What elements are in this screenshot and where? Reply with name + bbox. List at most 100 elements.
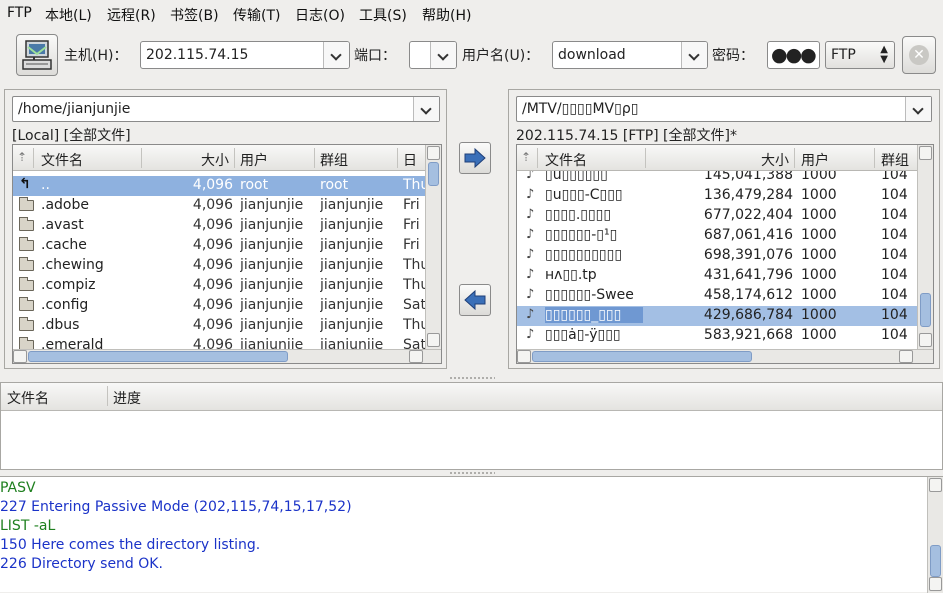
table-row[interactable]: ♪ ▯▯▯▯.▯▯▯▯ 677,022,404 1000 104	[517, 206, 917, 226]
table-row[interactable]: .config 4,096 jianjunjie jianjunjie Sat	[13, 296, 425, 316]
table-row[interactable]: ♪ ▯▯▯ȧ▯-ÿ▯▯▯ 583,921,668 1000 104	[517, 326, 917, 346]
menu-help[interactable]: 帮助(H)	[422, 5, 471, 25]
sort-up-icon[interactable]: ⇡	[17, 150, 27, 164]
folder-icon	[19, 237, 34, 251]
upload-button[interactable]	[459, 142, 491, 174]
menu-tools[interactable]: 工具(S)	[359, 5, 407, 25]
scroll-thumb[interactable]	[28, 351, 288, 362]
password-input[interactable]: ●●●	[767, 41, 820, 69]
table-row[interactable]: ♪ ▯▯▯▯▯▯_▯▯▯ 429,686,784 1000 104	[517, 306, 917, 326]
col-size[interactable]: 大小	[761, 150, 789, 170]
scroll-down-icon[interactable]	[919, 333, 932, 347]
folder-icon	[19, 317, 34, 331]
scroll-up-icon[interactable]	[929, 478, 942, 492]
file-name: .adobe	[41, 197, 89, 213]
username-input[interactable]: download	[552, 41, 708, 69]
file-size: 4,096	[192, 317, 233, 333]
file-group: jianjunjie	[320, 297, 384, 313]
file-group: jianjunjie	[320, 197, 384, 213]
col-size[interactable]: 大小	[201, 150, 229, 170]
scroll-right-icon[interactable]	[899, 350, 913, 363]
scroll-right-icon[interactable]	[409, 350, 423, 363]
scroll-down-icon[interactable]	[427, 333, 440, 347]
file-size: 677,022,404	[703, 207, 793, 223]
music-file-icon: ♪	[526, 227, 535, 242]
scroll-up-icon[interactable]	[427, 146, 440, 160]
file-user: jianjunjie	[240, 277, 304, 293]
host-input[interactable]: 202.115.74.15	[140, 41, 350, 69]
table-row[interactable]: .cache 4,096 jianjunjie jianjunjie Fri	[13, 236, 425, 256]
scroll-left-icon[interactable]	[517, 350, 531, 363]
local-path: /home/jianjunjie	[18, 101, 131, 117]
local-file-list[interactable]: ⇡ 文件名 大小 用户 群组 日 ↰.. 4,096 root root Thu .ado…	[12, 144, 442, 364]
col-user[interactable]: 用户	[240, 150, 268, 170]
table-row[interactable]: ↰.. 4,096 root root Thu	[13, 176, 425, 196]
chevron-down-icon[interactable]	[413, 97, 439, 121]
table-row[interactable]: .adobe 4,096 jianjunjie jianjunjie Fri	[13, 196, 425, 216]
folder-icon	[19, 297, 34, 311]
arrow-left-icon	[464, 289, 486, 311]
remote-path-combo[interactable]: /MTV/▯▯▯▯MV▯ρ▯	[516, 96, 932, 122]
col-queue-filename[interactable]: 文件名	[7, 388, 49, 408]
sort-up-icon[interactable]: ⇡	[521, 150, 531, 164]
remote-vscroll[interactable]	[917, 145, 933, 349]
local-path-combo[interactable]: /home/jianjunjie	[12, 96, 440, 122]
col-group[interactable]: 群组	[320, 150, 348, 170]
file-group: 104	[881, 267, 908, 283]
disconnect-button[interactable]: ✕	[902, 36, 936, 74]
scroll-thumb[interactable]	[532, 351, 752, 362]
remote-hscroll[interactable]	[517, 349, 933, 363]
scroll-thumb[interactable]	[920, 293, 931, 327]
col-filename[interactable]: 文件名	[41, 150, 83, 170]
menu-bookmarks[interactable]: 书签(B)	[170, 5, 219, 25]
table-row[interactable]: .avast 4,096 jianjunjie jianjunjie Fri	[13, 216, 425, 236]
transfer-queue[interactable]: 文件名 进度	[0, 382, 943, 470]
table-row[interactable]: ♪ ʜʌ▯▯.tp 431,641,796 1000 104	[517, 266, 917, 286]
col-date[interactable]: 日	[403, 150, 417, 170]
file-name: ..	[41, 177, 50, 193]
port-input[interactable]	[409, 41, 457, 69]
menu-transfer[interactable]: 传输(T)	[233, 5, 280, 25]
menu-log[interactable]: 日志(O)	[295, 5, 345, 25]
scroll-down-icon[interactable]	[929, 577, 942, 591]
log-command-line: LIST -aL	[0, 518, 56, 534]
table-row[interactable]: ♪ ▯▯▯▯▯▯-▯¹▯ 687,061,416 1000 104	[517, 226, 917, 246]
scroll-thumb[interactable]	[930, 545, 941, 577]
file-user: 1000	[801, 227, 837, 243]
log-command-line: PASV	[0, 480, 36, 496]
remote-file-list[interactable]: ⇡ 文件名 大小 用户 群组 ♪ ▯u▯▯▯▯▯▯ 145,041,388 1000 1…	[516, 144, 934, 364]
log-response-line: 227 Entering Passive Mode (202,115,74,15…	[0, 499, 352, 515]
col-user[interactable]: 用户	[801, 150, 829, 170]
file-user: jianjunjie	[240, 237, 304, 253]
file-group: 104	[881, 207, 908, 223]
col-filename[interactable]: 文件名	[545, 150, 587, 170]
chevron-down-icon[interactable]	[681, 42, 707, 68]
network-computer-icon[interactable]	[16, 34, 58, 76]
menu-local[interactable]: 本地(L)	[45, 5, 92, 25]
file-size: 4,096	[192, 297, 233, 313]
download-button[interactable]	[459, 284, 491, 316]
chevron-down-icon[interactable]	[905, 97, 931, 121]
table-row[interactable]: .compiz 4,096 jianjunjie jianjunjie Thu	[13, 276, 425, 296]
scroll-thumb[interactable]	[428, 162, 439, 186]
scroll-up-icon[interactable]	[919, 146, 932, 160]
table-row[interactable]: ♪ ▯u▯▯▯-C▯▯▯ 136,479,284 1000 104	[517, 186, 917, 206]
table-row[interactable]: ♪ ▯▯▯▯▯▯▯▯▯▯ 698,391,076 1000 104	[517, 246, 917, 266]
local-list-header: ⇡ 文件名 大小 用户 群组 日	[13, 145, 441, 171]
table-row[interactable]: .chewing 4,096 jianjunjie jianjunjie Thu	[13, 256, 425, 276]
local-vscroll[interactable]	[425, 145, 441, 349]
protocol-select[interactable]: FTP ▲ ▼	[825, 41, 895, 69]
col-group[interactable]: 群组	[881, 150, 909, 170]
table-row[interactable]: .dbus 4,096 jianjunjie jianjunjie Thu	[13, 316, 425, 336]
chevron-down-icon[interactable]	[430, 42, 456, 68]
scroll-left-icon[interactable]	[13, 350, 27, 363]
local-hscroll[interactable]	[13, 349, 441, 363]
log-vscroll[interactable]	[927, 477, 943, 593]
splitter-grip[interactable]	[449, 471, 495, 475]
table-row[interactable]: ♪ ▯▯▯▯▯▯-Swee 458,174,612 1000 104	[517, 286, 917, 306]
menu-ftp[interactable]: FTP	[7, 5, 32, 21]
col-queue-progress[interactable]: 进度	[113, 388, 141, 408]
splitter-grip[interactable]	[449, 376, 495, 380]
chevron-down-icon[interactable]	[323, 42, 349, 68]
menu-remote[interactable]: 远程(R)	[107, 5, 156, 25]
